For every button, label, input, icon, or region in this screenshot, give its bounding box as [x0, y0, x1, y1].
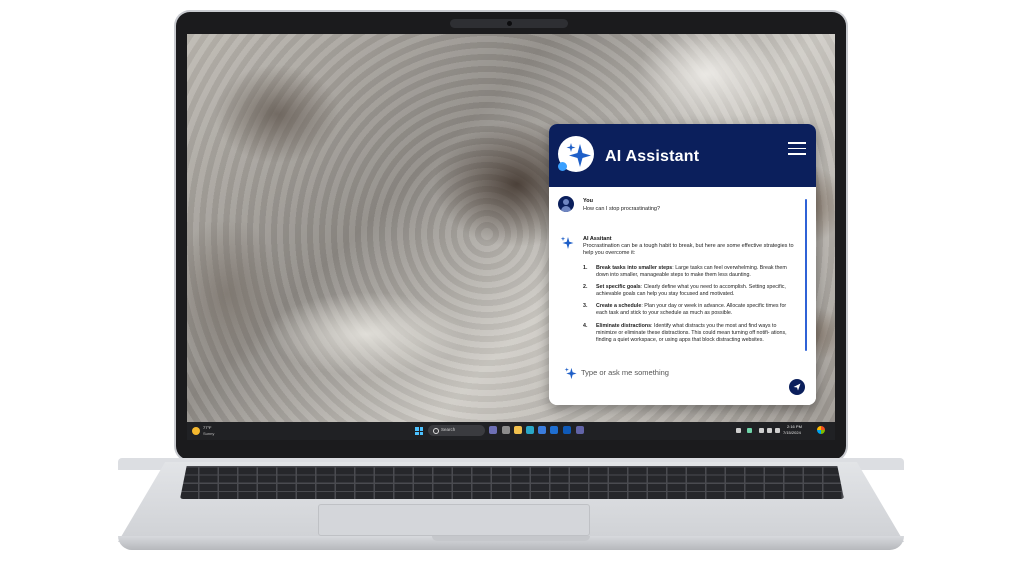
- widgets-app-icon[interactable]: [489, 426, 497, 434]
- step-number: 4.: [583, 322, 588, 329]
- weather-desc: Sunny: [203, 431, 215, 436]
- teams-icon[interactable]: [576, 426, 584, 434]
- file-explorer-icon[interactable]: [514, 426, 522, 434]
- lid-notch: [432, 536, 590, 541]
- edge-browser-icon[interactable]: [526, 426, 534, 434]
- sparkle-icon: [566, 143, 591, 167]
- user-message: How can I stop procrastinating?: [583, 206, 661, 212]
- ai-name: AI Assitant: [583, 236, 612, 242]
- input-area: [549, 355, 816, 405]
- strategy-list: 1. Break tasks into smaller steps: Large…: [583, 265, 797, 349]
- search-icon: [433, 428, 439, 434]
- input-sparkle-icon: [564, 367, 577, 380]
- webcam-icon: [507, 21, 512, 26]
- store-icon[interactable]: [538, 426, 546, 434]
- battery-icon[interactable]: [775, 428, 780, 433]
- notification-icon[interactable]: [817, 426, 825, 434]
- clock-time[interactable]: 2:16 PM: [787, 424, 802, 429]
- mail-icon[interactable]: [550, 426, 558, 434]
- step-number: 1.: [583, 265, 588, 271]
- chevron-up-icon[interactable]: [736, 428, 741, 433]
- logo-accent-dot: [558, 162, 567, 171]
- task-view-icon[interactable]: [502, 426, 510, 434]
- step-number: 3.: [583, 303, 588, 310]
- ai-intro-text: Procrastination can be a tough habit to …: [583, 243, 794, 257]
- step-title: Set specific goals: [596, 284, 641, 291]
- search-label: Search: [441, 427, 456, 432]
- send-icon: [793, 383, 801, 391]
- user-name: You: [583, 198, 593, 204]
- copilot-tray-icon[interactable]: [747, 428, 752, 433]
- chat-scrollbar[interactable]: [805, 199, 807, 351]
- ai-assistant-panel: AI Assistant You How can I stop procrast…: [549, 124, 816, 405]
- panel-title: AI Assistant: [605, 148, 700, 165]
- chat-input[interactable]: [581, 364, 781, 380]
- step-number: 2.: [583, 284, 588, 291]
- step-title: Eliminate distractions: [596, 322, 652, 329]
- keyboard: [180, 466, 844, 499]
- list-item: 3. Create a schedule: Plan your day or w…: [583, 303, 797, 317]
- hamburger-menu-icon[interactable]: [788, 142, 806, 155]
- step-title: Break tasks into smaller steps: [596, 265, 673, 271]
- weather-temp: 77°F: [203, 425, 212, 430]
- list-item: 2. Set specific goals: Clearly define wh…: [583, 284, 797, 298]
- outlook-icon[interactable]: [563, 426, 571, 434]
- step-title: Create a schedule: [596, 303, 642, 310]
- ai-sparkle-icon: [560, 236, 574, 249]
- volume-icon[interactable]: [767, 428, 772, 433]
- send-button[interactable]: [789, 379, 805, 395]
- touchpad: [318, 504, 590, 536]
- list-item: 4. Eliminate distractions: Identify what…: [583, 323, 797, 344]
- user-avatar: [558, 196, 574, 212]
- panel-header: AI Assistant: [549, 124, 816, 187]
- windows-start-icon[interactable]: [415, 427, 423, 435]
- sun-icon[interactable]: [192, 427, 200, 435]
- list-item: 1. Break tasks into smaller steps: Large…: [583, 265, 797, 279]
- wifi-icon[interactable]: [759, 428, 764, 433]
- clock-date[interactable]: 7/15/2024: [783, 430, 801, 435]
